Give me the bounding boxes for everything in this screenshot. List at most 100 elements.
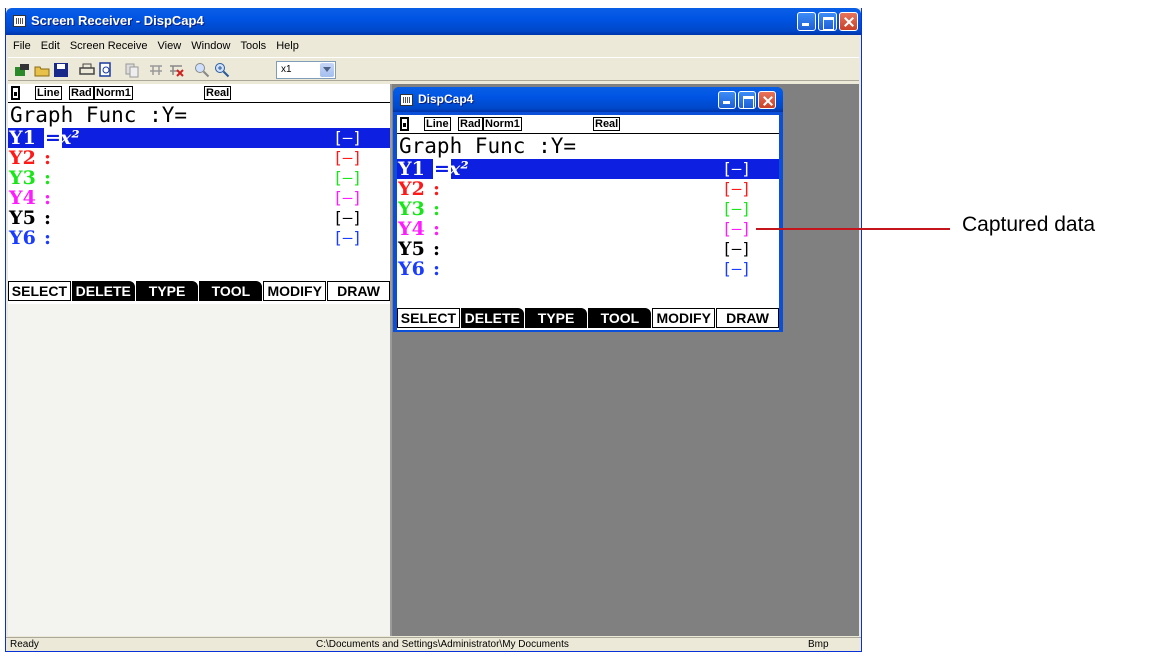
- status-tag-real: Real: [593, 117, 621, 131]
- function-label: Y5: [398, 238, 425, 260]
- menu-file[interactable]: File: [13, 37, 31, 55]
- line-style-indicator: [—]: [333, 128, 362, 147]
- graph-func-row: Y4: [—]: [8, 188, 390, 208]
- menu-tools[interactable]: Tools: [240, 37, 266, 55]
- minimize-icon: [798, 13, 815, 30]
- menu-edit[interactable]: Edit: [41, 37, 60, 55]
- close-icon: [840, 13, 857, 30]
- status-tag-line: Line: [35, 86, 62, 100]
- function-separator: :: [44, 207, 52, 229]
- function-label: Y3: [398, 198, 425, 220]
- main-titlebar[interactable]: Screen Receiver - DispCap4: [6, 8, 861, 35]
- graph-func-row: Y3: [—]: [397, 199, 779, 219]
- line-style-indicator: [—]: [333, 208, 362, 227]
- status-tag-norm: Norm1: [483, 117, 522, 131]
- function-label: Y4: [398, 218, 425, 240]
- graph-func-row: Y1 = x² [—]: [8, 128, 390, 148]
- sub-close-button[interactable]: [758, 91, 776, 109]
- statusbar: Ready C:\Documents and Settings\Administ…: [6, 637, 861, 652]
- function-label: Y6: [9, 227, 36, 249]
- open-icon[interactable]: [34, 62, 50, 78]
- zoom-select[interactable]: x1: [276, 61, 336, 79]
- function-separator: :: [433, 198, 441, 220]
- function-label: Y2: [398, 178, 425, 200]
- status-tag-rad: Rad: [458, 117, 483, 131]
- menu-view[interactable]: View: [158, 37, 182, 55]
- minimize-icon: [719, 92, 735, 108]
- line-style-indicator: [—]: [722, 159, 751, 178]
- fkey-select: SELECT: [397, 308, 460, 328]
- function-separator: :: [433, 218, 441, 240]
- maximize-button[interactable]: [818, 12, 837, 31]
- print-icon[interactable]: [79, 62, 95, 78]
- menu-window[interactable]: Window: [191, 37, 230, 55]
- line-style-indicator: [—]: [722, 219, 751, 238]
- stop-icon[interactable]: [168, 62, 184, 78]
- fkey-modify: MODIFY: [652, 308, 716, 328]
- function-label: Y2: [9, 147, 36, 169]
- graph-func-row: Y5: [—]: [397, 239, 779, 259]
- zoom-in-icon[interactable]: [214, 62, 230, 78]
- fkey-delete: DELETE: [460, 308, 524, 328]
- fkey-draw: DRAW: [716, 308, 779, 328]
- line-style-indicator: [—]: [722, 259, 751, 278]
- function-label: Y1: [398, 158, 425, 180]
- line-style-indicator: [—]: [333, 228, 362, 247]
- fkey-delete: DELETE: [71, 281, 135, 301]
- fkey-modify: MODIFY: [263, 281, 327, 301]
- dispcap-subwindow[interactable]: DispCap4 Line Rad Norm1 Real Graph Func …: [393, 87, 783, 332]
- status-tag-norm: Norm1: [94, 86, 133, 100]
- graph-func-row: Y5: [—]: [8, 208, 390, 228]
- app-icon[interactable]: [13, 15, 26, 27]
- function-separator: :: [44, 147, 52, 169]
- graph-func-row: Y6: [—]: [8, 228, 390, 248]
- graph-func-row: Y1 = x² [—]: [397, 159, 779, 179]
- function-separator: :: [44, 227, 52, 249]
- line-style-indicator: [—]: [333, 168, 362, 187]
- save-icon[interactable]: [53, 62, 69, 78]
- graph-func-row: Y3: [—]: [8, 168, 390, 188]
- close-button[interactable]: [839, 12, 858, 31]
- zoom-out-icon[interactable]: [194, 62, 210, 78]
- calc-fkeys-main: SELECT DELETE TYPE TOOL MODIFY DRAW: [8, 281, 390, 301]
- print-preview-icon[interactable]: [98, 62, 114, 78]
- fkey-tool: TOOL: [199, 281, 263, 301]
- chevron-down-icon[interactable]: [320, 63, 334, 77]
- menu-help[interactable]: Help: [276, 37, 299, 55]
- copy-icon[interactable]: [124, 62, 140, 78]
- graph-func-row: Y2: [—]: [8, 148, 390, 168]
- calc-header: Graph Func :Y=: [10, 103, 188, 127]
- subwindow-title: DispCap4: [418, 92, 474, 106]
- minimize-button[interactable]: [797, 12, 816, 31]
- sub-titlebar[interactable]: DispCap4: [393, 87, 783, 112]
- receive-icon[interactable]: [148, 62, 164, 78]
- calc-status-bar: Line Rad Norm1 Real: [397, 115, 779, 134]
- graph-func-row: Y6: [—]: [397, 259, 779, 279]
- connect-icon[interactable]: [14, 62, 30, 78]
- function-separator: :: [433, 178, 441, 200]
- status-tag-real: Real: [204, 86, 232, 100]
- function-expression: x²: [449, 158, 469, 180]
- function-label: Y1: [9, 127, 36, 149]
- calc-fkeys-captured: SELECT DELETE TYPE TOOL MODIFY DRAW: [397, 308, 779, 328]
- fkey-select: SELECT: [8, 281, 71, 301]
- function-label: Y5: [9, 207, 36, 229]
- function-label: Y4: [9, 187, 36, 209]
- line-style-indicator: [—]: [722, 179, 751, 198]
- callout-line: [756, 228, 950, 230]
- function-label: Y3: [9, 167, 36, 189]
- capture-pane[interactable]: Line Rad Norm1 Real Graph Func :Y= Y1 = x²…: [8, 84, 392, 636]
- fkey-draw: DRAW: [327, 281, 390, 301]
- window-title: Screen Receiver - DispCap4: [31, 13, 204, 28]
- calc-screen-main: Line Rad Norm1 Real Graph Func :Y= Y1 = x²…: [8, 84, 390, 304]
- menu-screen-receive[interactable]: Screen Receive: [70, 37, 148, 55]
- sub-maximize-button[interactable]: [738, 91, 756, 109]
- sub-app-icon[interactable]: [400, 94, 413, 106]
- calc-screen-captured: Line Rad Norm1 Real Graph Func :Y= Y1 = x²…: [397, 115, 779, 330]
- function-expression: x²: [60, 127, 80, 149]
- fkey-tool: TOOL: [588, 308, 652, 328]
- menubar: File Edit Screen Receive View Window Too…: [6, 37, 861, 55]
- function-separator: :: [433, 258, 441, 280]
- toolbar: x1: [8, 57, 859, 81]
- sub-minimize-button[interactable]: [718, 91, 736, 109]
